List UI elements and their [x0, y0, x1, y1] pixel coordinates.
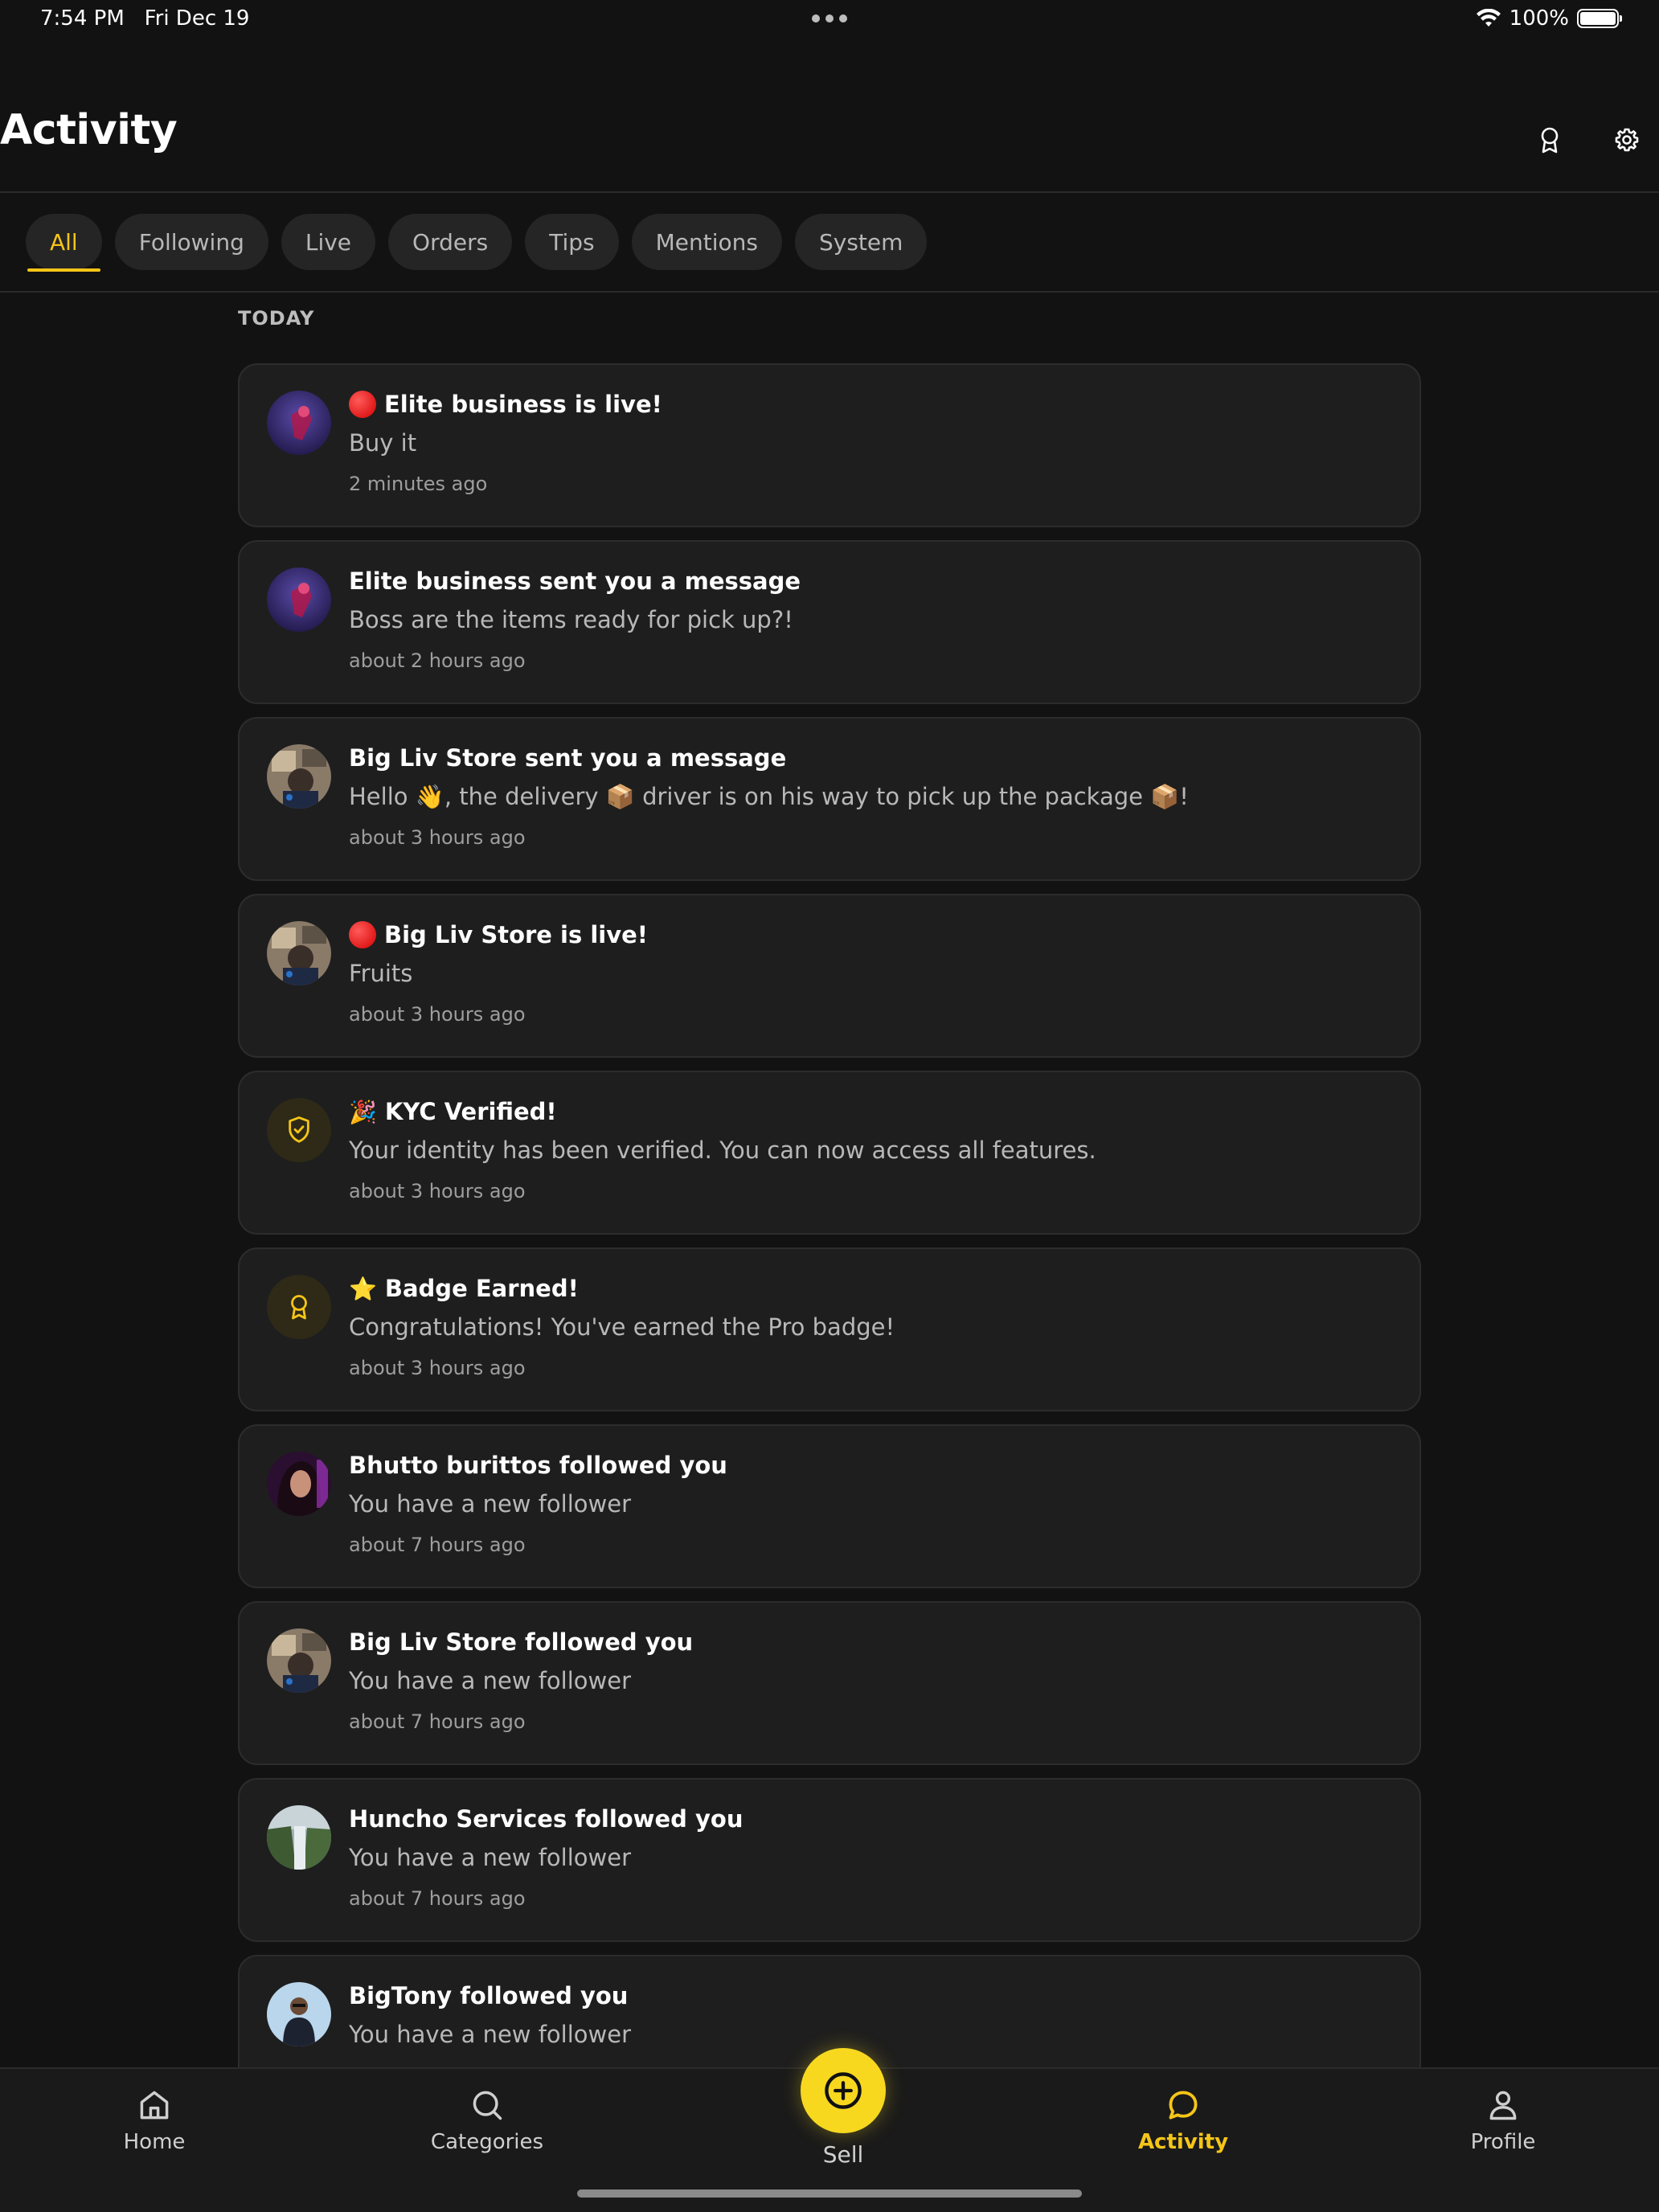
- battery-percentage: 100%: [1509, 6, 1569, 31]
- nav-activity-label: Activity: [1137, 2130, 1229, 2154]
- badge-icon[interactable]: [1530, 121, 1569, 159]
- chat-bubble-icon: [1163, 2085, 1203, 2125]
- notification-body: Congratulations! You've earned the Pro b…: [349, 1313, 895, 1341]
- gear-icon[interactable]: [1608, 121, 1646, 159]
- notification-body: Boss are the items ready for pick up?!: [349, 606, 793, 633]
- big-liv-store-avatar: [267, 744, 331, 809]
- nav-profile[interactable]: Profile: [1423, 2085, 1583, 2154]
- elite-business-avatar: [267, 567, 331, 632]
- tab-all[interactable]: All: [26, 214, 102, 272]
- notification-title: Big Liv Store sent you a message: [349, 744, 787, 772]
- section-label-today: TODAY: [238, 307, 315, 330]
- status-indicators: 100%: [1476, 6, 1622, 31]
- live-dot-icon: [349, 921, 376, 948]
- tab-live[interactable]: Live: [281, 214, 376, 270]
- live-dot-icon: [349, 391, 376, 418]
- status-time: 7:54 PM Fri Dec 19: [40, 6, 250, 31]
- notification-time: about 3 hours ago: [349, 1180, 526, 1202]
- big-liv-store-avatar: [267, 1628, 331, 1693]
- shield-check-icon: [267, 1098, 331, 1162]
- plus-circle-icon: [825, 2072, 862, 2109]
- page-title: Activity: [0, 106, 178, 154]
- notification-card[interactable]: Big Liv Store followed you You have a ne…: [238, 1601, 1421, 1765]
- notification-card[interactable]: Big Liv Store sent you a message Hello 👋…: [238, 717, 1421, 881]
- filter-tabs: All Following Live Orders Tips Mentions …: [26, 214, 928, 272]
- notification-title: Big Liv Store followed you: [349, 1628, 694, 1656]
- notification-body: Buy it: [349, 429, 417, 457]
- notification-card[interactable]: Elite business is live! Buy it 2 minutes…: [238, 363, 1421, 527]
- notification-card[interactable]: Huncho Services followed you You have a …: [238, 1778, 1421, 1942]
- elite-business-avatar: [267, 391, 331, 455]
- notification-body: You have a new follower: [349, 1844, 632, 1871]
- user-icon: [1483, 2085, 1523, 2125]
- notification-title: Bhutto burittos followed you: [349, 1452, 727, 1479]
- header: Activity: [0, 96, 1659, 193]
- notification-time: about 3 hours ago: [349, 1003, 526, 1026]
- tab-tips[interactable]: Tips: [525, 214, 619, 270]
- notification-title: BigTony followed you: [349, 1982, 629, 2009]
- bhutto-burittos-avatar: [267, 1452, 331, 1516]
- notification-title: Huncho Services followed you: [349, 1805, 743, 1833]
- tabs-divider: [0, 291, 1659, 293]
- star-icon: ⭐: [349, 1275, 377, 1302]
- notification-card[interactable]: Elite business sent you a message Boss a…: [238, 540, 1421, 704]
- notification-title: 🎉 KYC Verified!: [349, 1098, 557, 1125]
- wifi-icon: [1476, 9, 1501, 27]
- header-divider: [0, 191, 1659, 193]
- notification-body: You have a new follower: [349, 2021, 632, 2048]
- notification-body: You have a new follower: [349, 1490, 632, 1518]
- nav-categories-label: Categories: [430, 2130, 544, 2154]
- tab-system[interactable]: System: [794, 214, 928, 270]
- tab-orders[interactable]: Orders: [388, 214, 513, 270]
- notification-title: ⭐ Badge Earned!: [349, 1275, 579, 1302]
- notification-body: Hello 👋, the delivery 📦 driver is on his…: [349, 783, 1189, 810]
- notification-time: about 7 hours ago: [349, 1534, 526, 1556]
- notification-time: about 2 hours ago: [349, 649, 526, 672]
- notification-body: Fruits: [349, 960, 413, 987]
- huncho-services-avatar: [267, 1805, 331, 1870]
- status-bar: 7:54 PM Fri Dec 19 100%: [0, 0, 1659, 40]
- nav-profile-label: Profile: [1470, 2130, 1536, 2154]
- notification-card[interactable]: Big Liv Store is live! Fruits about 3 ho…: [238, 894, 1421, 1058]
- nav-home-label: Home: [123, 2130, 186, 2154]
- home-indicator[interactable]: [577, 2189, 1082, 2198]
- notification-body: Your identity has been verified. You can…: [349, 1137, 1096, 1164]
- notification-card[interactable]: 🎉 KYC Verified! Your identity has been v…: [238, 1071, 1421, 1235]
- nav-activity[interactable]: Activity: [1103, 2085, 1264, 2154]
- notification-title: Big Liv Store is live!: [349, 921, 648, 948]
- notification-title: Elite business sent you a message: [349, 567, 801, 595]
- big-liv-store-avatar: [267, 921, 331, 985]
- tab-mentions[interactable]: Mentions: [631, 214, 782, 270]
- notification-card[interactable]: Bhutto burittos followed you You have a …: [238, 1424, 1421, 1588]
- activity-feed: Elite business is live! Buy it 2 minutes…: [238, 363, 1421, 2132]
- award-icon: [267, 1275, 331, 1339]
- nav-home[interactable]: Home: [74, 2085, 235, 2154]
- nav-categories[interactable]: Categories: [407, 2085, 567, 2154]
- battery-icon: [1577, 9, 1622, 28]
- notification-time: 2 minutes ago: [349, 473, 488, 495]
- notification-title: Elite business is live!: [349, 391, 662, 418]
- sell-button[interactable]: [801, 2048, 886, 2133]
- multitasking-dots-icon[interactable]: [812, 14, 847, 23]
- home-icon: [134, 2085, 174, 2125]
- notification-time: about 7 hours ago: [349, 1887, 526, 1910]
- notification-body: You have a new follower: [349, 1667, 632, 1694]
- bigtony-avatar: [267, 1982, 331, 2046]
- sell-label: Sell: [822, 2141, 864, 2168]
- notification-time: about 3 hours ago: [349, 826, 526, 849]
- notification-time: about 7 hours ago: [349, 1710, 526, 1733]
- tab-following[interactable]: Following: [114, 214, 268, 270]
- party-popper-icon: 🎉: [349, 1098, 377, 1125]
- notification-time: about 3 hours ago: [349, 1357, 526, 1379]
- notification-card[interactable]: ⭐ Badge Earned! Congratulations! You've …: [238, 1247, 1421, 1411]
- search-icon: [467, 2085, 507, 2125]
